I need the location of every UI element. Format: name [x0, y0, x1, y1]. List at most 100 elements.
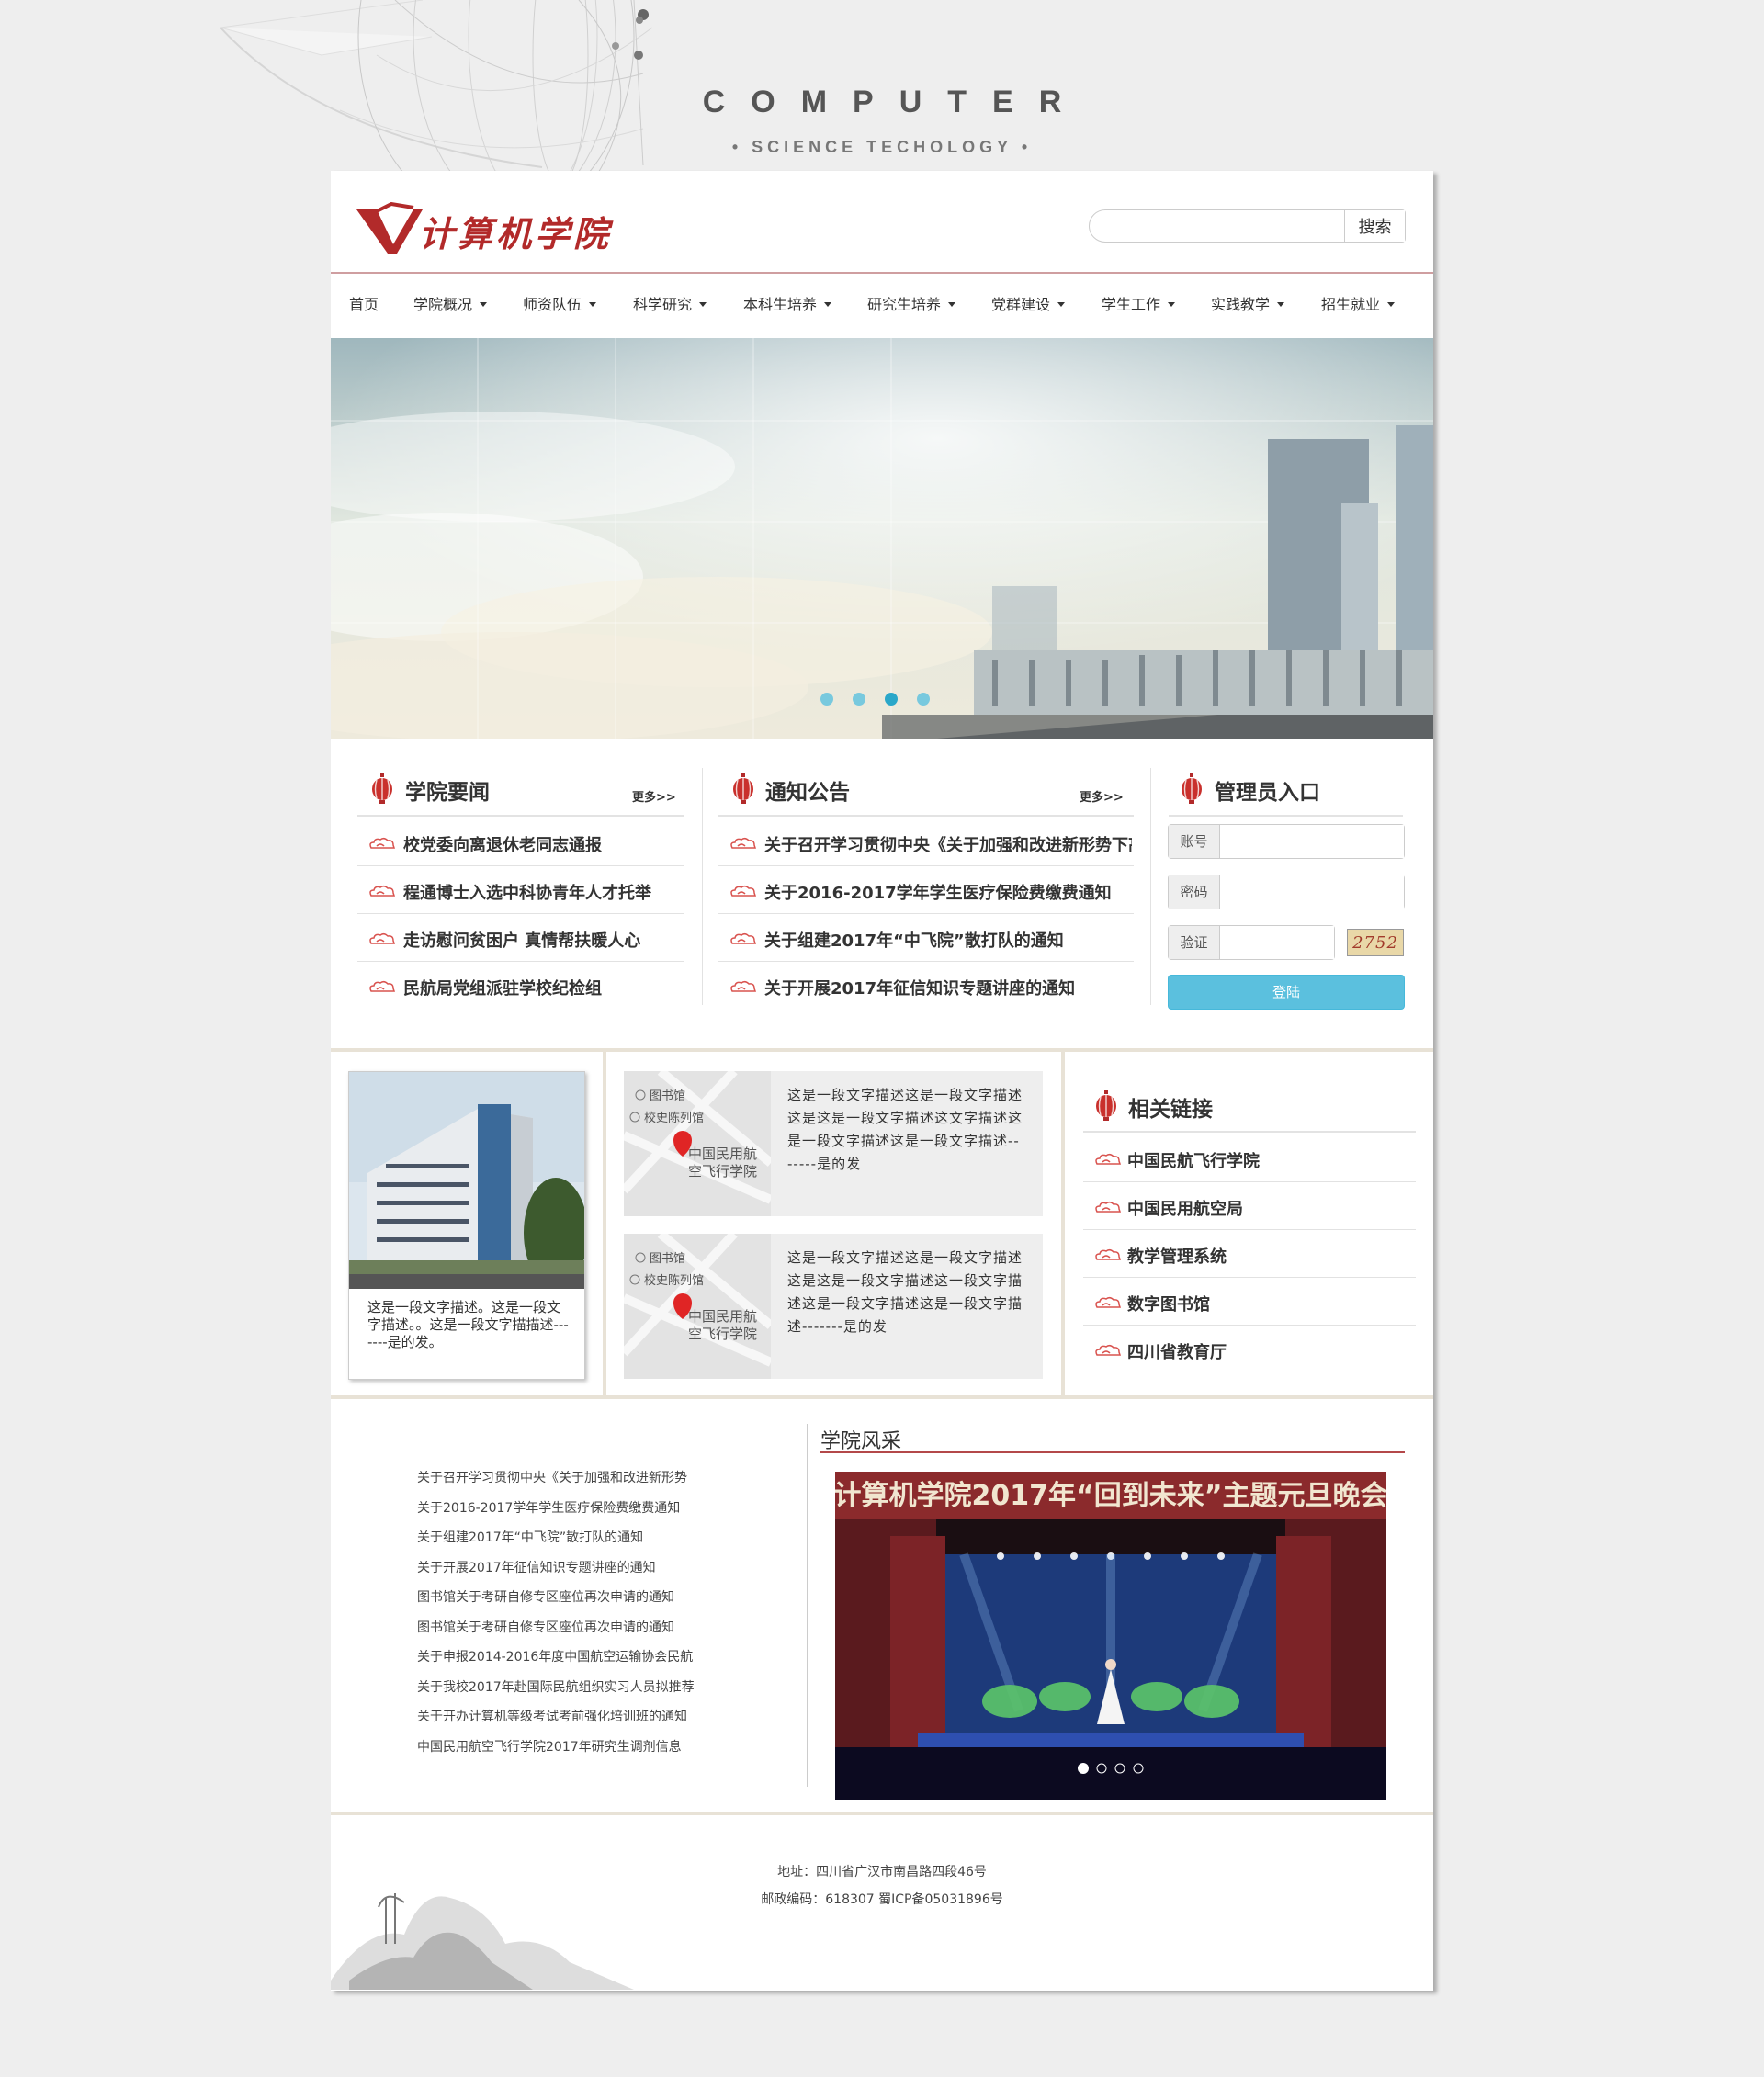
news-item[interactable]: 走访慰问贫困户 真情帮扶暖人心	[357, 914, 684, 962]
password-field: 密码	[1168, 875, 1405, 909]
login-title: 管理员入口	[1215, 781, 1320, 805]
map-thumbnail: 图书馆 校史陈列馆 中国民用航 空飞行学院	[624, 1234, 771, 1379]
nav-about[interactable]: 学院概况	[413, 292, 488, 314]
nav-practice[interactable]: 实践教学	[1211, 292, 1285, 314]
footer-address: 地址：四川省广汉市南昌路四段46号	[777, 1865, 987, 1879]
cloud-icon	[730, 837, 757, 849]
related-link-label: 数字图书馆	[1127, 1295, 1210, 1315]
hero-banner[interactable]	[331, 338, 1433, 739]
list-item[interactable]: 图书馆关于考研自修专区座位再次申请的通知	[417, 1587, 674, 1606]
lantern-icon	[1182, 773, 1202, 804]
list-item[interactable]: 关于开办计算机等级考试考前强化培训班的通知	[417, 1707, 687, 1725]
chevron-down-icon	[480, 302, 488, 307]
chevron-down-icon	[1387, 302, 1396, 307]
notice-item[interactable]: 关于召开学习贯彻中央《关于加强和改进新形势下高	[718, 818, 1134, 866]
map-card[interactable]: 图书馆 校史陈列馆 中国民用航 空飞行学院 这是一段文字描述这是一段文字描述这是…	[624, 1234, 1043, 1379]
verify-label: 验证	[1169, 926, 1220, 959]
related-link[interactable]: 数字图书馆	[1083, 1278, 1416, 1326]
map-label: 校史陈列馆	[644, 1111, 704, 1125]
fengcai-title: 学院风采	[820, 1430, 902, 1453]
list-item[interactable]: 关于组建2017年“中飞院”散打队的通知	[417, 1528, 643, 1546]
nav-home[interactable]: 首页	[349, 292, 379, 314]
related-link-label: 四川省教育厅	[1127, 1343, 1227, 1362]
map-label: 空飞行学院	[688, 1326, 757, 1342]
building-card[interactable]: 这是一段文字描述。这是一段文字描述。。这是一段文字描描述-------是的发。	[348, 1071, 585, 1380]
banner-dot[interactable]	[853, 693, 865, 706]
news-more-link[interactable]: 更多>>	[632, 787, 676, 805]
list-item[interactable]: 关于我校2017年赴国际民航组织实习人员拟推荐	[417, 1677, 695, 1696]
login-button[interactable]: 登陆	[1168, 975, 1405, 1010]
news-item-label: 程通博士入选中科协青年人才托举	[403, 884, 651, 903]
news-item[interactable]: 民航局党组派驻学校纪检组	[357, 962, 684, 1010]
list-item[interactable]: 关于申报2014-2016年度中国航空运输协会民航	[417, 1647, 693, 1665]
chevron-down-icon	[589, 302, 597, 307]
cloud-icon	[730, 885, 757, 897]
related-link[interactable]: 四川省教育厅	[1083, 1326, 1416, 1373]
fengcai-carousel[interactable]: 计算机学院2017年“回到未来”主题元旦晚会	[835, 1472, 1386, 1800]
carousel-dot-active[interactable]	[1078, 1763, 1089, 1774]
nav-graduate[interactable]: 研究生培养	[867, 292, 956, 314]
search-input[interactable]	[1090, 210, 1345, 242]
column-divider	[807, 1424, 808, 1787]
search-button[interactable]: 搜索	[1344, 210, 1405, 242]
map-thumbnail: 图书馆 校史陈列馆 中国民用航 空飞行学院	[624, 1071, 771, 1216]
section-divider	[331, 1395, 1433, 1399]
list-item[interactable]: 关于开展2017年征信知识专题讲座的通知	[417, 1558, 656, 1576]
news-item[interactable]: 程通博士入选中科协青年人才托举	[357, 866, 684, 914]
related-link[interactable]: 中国民航飞行学院	[1083, 1134, 1416, 1182]
column-divider	[1061, 1052, 1065, 1395]
nav-admission[interactable]: 招生就业	[1321, 292, 1396, 314]
nav-party[interactable]: 党群建设	[991, 292, 1066, 314]
divider	[1083, 1131, 1416, 1133]
chevron-down-icon	[824, 302, 832, 307]
divider	[357, 815, 684, 817]
map-label: 图书馆	[650, 1089, 685, 1103]
notice-title: 通知公告	[765, 781, 850, 805]
main-nav: 首页 学院概况 师资队伍 科学研究 本科生培养 研究生培养 党群建设 学生工作 …	[331, 272, 1433, 331]
related-link[interactable]: 中国民用航空局	[1083, 1182, 1416, 1230]
list-item[interactable]: 关于召开学习贯彻中央《关于加强和改进新形势	[417, 1468, 687, 1486]
brand-subtitle: • SCIENCE TECHOLOGY •	[731, 138, 1033, 156]
news-item[interactable]: 校党委向离退休老同志通报	[357, 818, 684, 866]
search-box: 搜索	[1089, 209, 1406, 243]
map-card[interactable]: 图书馆 校史陈列馆 中国民用航 空飞行学院 这是一段文字描述这是一段文字描述这是…	[624, 1071, 1043, 1216]
section-divider	[331, 1812, 1433, 1815]
news-item-label: 民航局党组派驻学校纪检组	[403, 979, 602, 999]
banner-dot-active[interactable]	[885, 693, 898, 706]
list-item[interactable]: 图书馆关于考研自修专区座位再次申请的通知	[417, 1618, 674, 1636]
chevron-down-icon	[1277, 302, 1285, 307]
captcha-image[interactable]: 2752	[1347, 929, 1404, 956]
chevron-down-icon	[1168, 302, 1176, 307]
notice-more-link[interactable]: 更多>>	[1080, 787, 1124, 805]
related-link-label: 中国民用航空局	[1127, 1200, 1243, 1219]
account-label: 账号	[1169, 825, 1220, 858]
fengcai-underline	[820, 1451, 1405, 1453]
list-item[interactable]: 关于2016-2017学年学生医疗保险费缴费通知	[417, 1498, 680, 1517]
banner-dot[interactable]	[820, 693, 833, 706]
notice-item[interactable]: 关于开展2017年征信知识专题讲座的通知	[718, 962, 1134, 1010]
map-card-text: 这是一段文字描述这是一段文字描述这是这是一段文字描述这文字描述这是一段文字描述这…	[787, 1087, 1023, 1172]
verify-field: 验证	[1168, 925, 1335, 960]
logo-title: 计算机学院	[419, 213, 613, 254]
list-item[interactable]: 中国民用航空飞行学院2017年研究生调剂信息	[417, 1737, 682, 1755]
nav-faculty[interactable]: 师资队伍	[523, 292, 597, 314]
cloud-icon	[1095, 1201, 1122, 1213]
nav-student[interactable]: 学生工作	[1102, 292, 1176, 314]
account-input[interactable]	[1221, 825, 1404, 858]
column-divider	[603, 1052, 606, 1395]
password-input[interactable]	[1221, 875, 1404, 909]
cloud-icon	[730, 932, 757, 944]
nav-research[interactable]: 科学研究	[633, 292, 707, 314]
news-item-label: 校党委向离退休老同志通报	[403, 836, 602, 855]
notice-item[interactable]: 关于2016-2017学年学生医疗保险费缴费通知	[718, 866, 1134, 914]
related-link-label: 教学管理系统	[1127, 1247, 1227, 1267]
banner-dot[interactable]	[917, 693, 930, 706]
section-divider	[331, 1048, 1433, 1052]
notice-item-label: 关于2016-2017学年学生医疗保险费缴费通知	[764, 884, 1112, 903]
chevron-down-icon	[948, 302, 956, 307]
related-link[interactable]: 教学管理系统	[1083, 1230, 1416, 1278]
nav-undergrad[interactable]: 本科生培养	[743, 292, 832, 314]
news-title: 学院要闻	[405, 781, 490, 805]
verify-input[interactable]	[1221, 926, 1334, 959]
notice-item[interactable]: 关于组建2017年“中飞院”散打队的通知	[718, 914, 1134, 962]
